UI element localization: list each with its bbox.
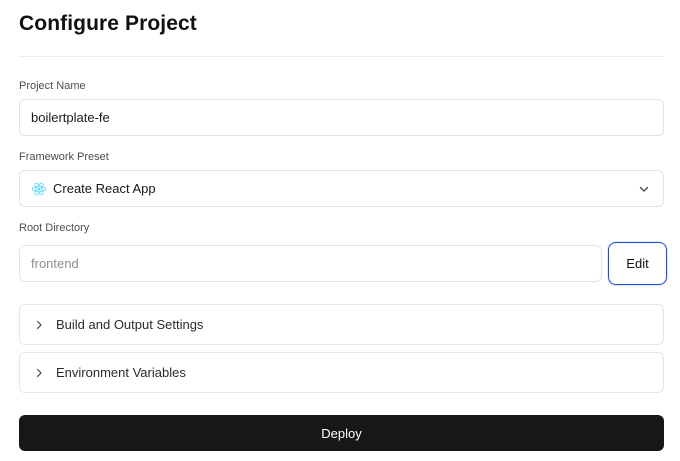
deploy-button[interactable]: Deploy [19,415,664,451]
chevron-down-icon [639,186,649,192]
root-directory-input[interactable]: frontend [19,245,602,282]
title-divider [19,56,664,57]
build-output-settings-accordion[interactable]: Build and Output Settings [19,304,664,345]
framework-preset-select[interactable]: Create React App [19,170,664,207]
project-name-label: Project Name [19,80,86,92]
project-name-input[interactable]: boilertplate-fe [19,99,664,136]
chevron-right-icon [36,368,42,377]
environment-variables-accordion[interactable]: Environment Variables [19,352,664,393]
edit-root-directory-button[interactable]: Edit [608,242,667,285]
page-title: Configure Project [19,12,197,35]
framework-preset-value: Create React App [53,181,156,196]
react-icon [31,182,47,195]
chevron-right-icon [36,320,42,329]
environment-variables-label: Environment Variables [56,365,186,380]
project-name-value: boilertplate-fe [31,110,110,125]
root-directory-value: frontend [31,256,79,271]
build-output-settings-label: Build and Output Settings [56,317,204,332]
root-directory-label: Root Directory [19,222,90,234]
framework-preset-label: Framework Preset [19,151,109,163]
configure-project-page: Configure Project Project Name boilertpl… [0,0,680,461]
